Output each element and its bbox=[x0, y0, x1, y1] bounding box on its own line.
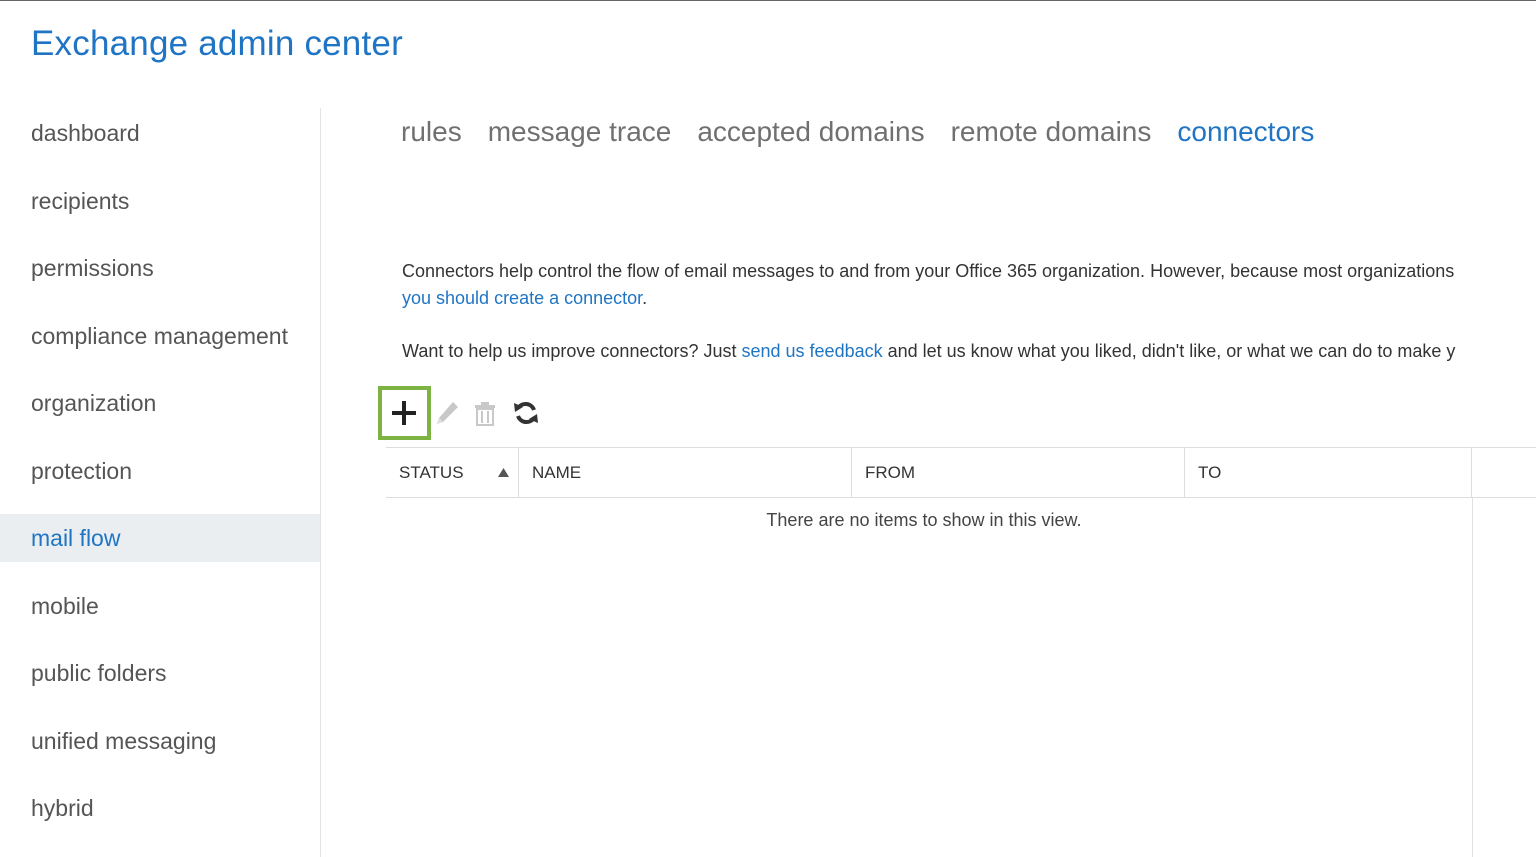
sidebar-item-permissions[interactable]: permissions bbox=[0, 244, 320, 292]
tab-connectors[interactable]: connectors bbox=[1177, 116, 1314, 148]
delete-button[interactable] bbox=[470, 396, 500, 430]
exchange-admin-page: Exchange admin center dashboard recipien… bbox=[0, 0, 1536, 857]
sidebar-item-recipients[interactable]: recipients bbox=[0, 177, 320, 225]
column-header-to[interactable]: TO bbox=[1185, 448, 1471, 497]
sidebar-item-unified-messaging[interactable]: unified messaging bbox=[0, 717, 320, 765]
column-separator bbox=[1471, 448, 1472, 497]
tab-rules[interactable]: rules bbox=[401, 116, 462, 148]
connectors-description: Connectors help control the flow of emai… bbox=[402, 261, 1455, 281]
sidebar-item-public-folders[interactable]: public folders bbox=[0, 649, 320, 697]
details-pane-divider bbox=[1472, 498, 1473, 857]
sidebar-nav: dashboard recipients permissions complia… bbox=[0, 100, 320, 857]
sidebar-item-dashboard[interactable]: dashboard bbox=[0, 109, 320, 157]
sort-ascending-icon bbox=[498, 468, 509, 477]
top-border bbox=[0, 0, 1536, 1]
tab-message-trace[interactable]: message trace bbox=[488, 116, 672, 148]
app-title: Exchange admin center bbox=[31, 24, 403, 63]
column-header-name[interactable]: NAME bbox=[519, 448, 851, 497]
sidebar-item-mobile[interactable]: mobile bbox=[0, 582, 320, 630]
feedback-line: Want to help us improve connectors? Just… bbox=[402, 341, 1455, 362]
sidebar-item-compliance-management[interactable]: compliance management bbox=[0, 312, 320, 360]
plus-icon bbox=[392, 401, 416, 425]
tab-accepted-domains[interactable]: accepted domains bbox=[697, 116, 924, 148]
refresh-icon bbox=[514, 402, 538, 424]
sidebar-divider bbox=[320, 108, 321, 857]
sidebar-item-mail-flow[interactable]: mail flow bbox=[0, 514, 320, 562]
mail-flow-tabs: rules message trace accepted domains rem… bbox=[401, 112, 1340, 152]
sidebar-item-protection[interactable]: protection bbox=[0, 447, 320, 495]
create-connector-suffix: . bbox=[642, 288, 648, 308]
column-header-from[interactable]: FROM bbox=[852, 448, 1184, 497]
feedback-prefix: Want to help us improve connectors? Just bbox=[402, 341, 742, 361]
trash-icon bbox=[475, 402, 495, 426]
edit-button[interactable] bbox=[432, 396, 462, 430]
column-label-status: STATUS bbox=[399, 463, 464, 482]
feedback-suffix: and let us know what you liked, didn't l… bbox=[882, 341, 1456, 361]
create-connector-link[interactable]: you should create a connector bbox=[402, 288, 642, 308]
sidebar-item-hybrid[interactable]: hybrid bbox=[0, 784, 320, 832]
send-feedback-link[interactable]: send us feedback bbox=[742, 341, 883, 361]
add-connector-button[interactable] bbox=[389, 396, 419, 430]
tab-remote-domains[interactable]: remote domains bbox=[951, 116, 1152, 148]
connectors-table-header: STATUS NAME FROM TO bbox=[386, 447, 1536, 498]
sidebar-item-organization[interactable]: organization bbox=[0, 379, 320, 427]
empty-table-message: There are no items to show in this view. bbox=[766, 510, 1082, 530]
create-connector-line: you should create a connector. bbox=[402, 288, 647, 309]
column-header-status[interactable]: STATUS bbox=[386, 448, 518, 497]
refresh-button[interactable] bbox=[511, 396, 541, 430]
pencil-icon bbox=[437, 402, 458, 424]
